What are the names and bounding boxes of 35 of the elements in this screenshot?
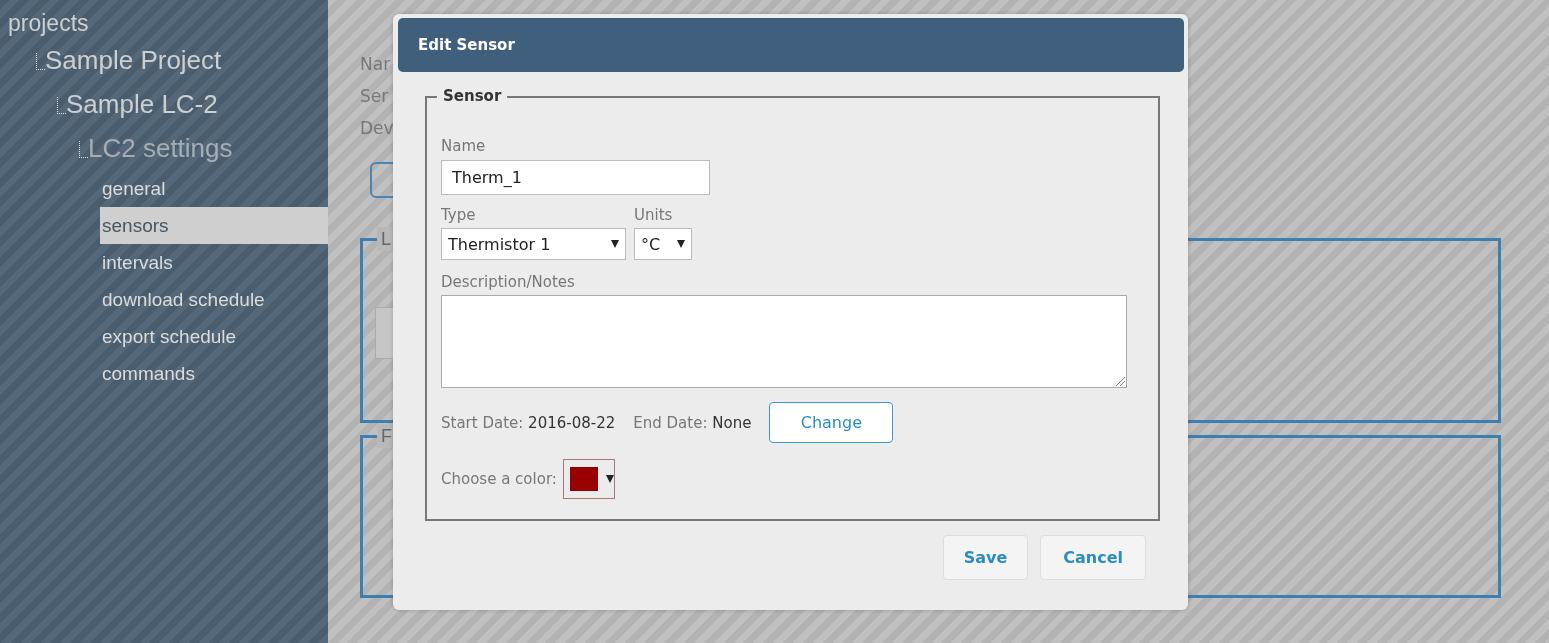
- name-field[interactable]: Therm_1: [441, 160, 710, 195]
- field-label: Nar: [360, 53, 391, 76]
- date-text: Start Date: 2016-08-22: [441, 413, 616, 432]
- menu-item[interactable]: export schedule: [102, 318, 328, 355]
- dropdown[interactable]: Thermistor 1: [441, 228, 626, 260]
- date-text: End Date: None: [633, 413, 752, 432]
- tree-connector: [79, 141, 88, 158]
- change-button[interactable]: Change: [769, 402, 894, 443]
- caret-icon: [605, 475, 614, 483]
- dialog-title: Edit Sensor: [398, 18, 1184, 72]
- tree-item[interactable]: Sample Project: [45, 38, 222, 82]
- field-label: Description/Notes: [441, 272, 576, 292]
- tree-connector: [36, 53, 45, 70]
- field-label: Type: [441, 205, 477, 225]
- caret-icon: [677, 240, 685, 248]
- tree-connector: [57, 97, 66, 114]
- caret-icon: [611, 240, 619, 248]
- field-label: Dev: [360, 117, 394, 140]
- tree-item[interactable]: LC2 settings: [88, 126, 233, 170]
- menu-item[interactable]: commands: [102, 355, 328, 392]
- menu-item[interactable]: general: [102, 170, 328, 207]
- menu-item[interactable]: intervals: [102, 244, 328, 281]
- field-label: Name: [441, 136, 487, 156]
- dropdown[interactable]: °C: [634, 228, 692, 260]
- dialog-button[interactable]: Save: [942, 535, 1029, 580]
- description-field[interactable]: [441, 295, 1127, 388]
- tree-item[interactable]: projects: [8, 8, 89, 38]
- color-picker[interactable]: [562, 459, 615, 499]
- field-label: Ser: [360, 85, 389, 108]
- dialog-button[interactable]: Cancel: [1040, 535, 1146, 580]
- menu-item[interactable]: download schedule: [102, 281, 328, 318]
- field-label: Choose a color:: [441, 470, 557, 488]
- field-label: Units: [634, 205, 674, 225]
- menu-item[interactable]: sensors: [100, 207, 328, 244]
- tree-item[interactable]: Sample LC-2: [66, 82, 218, 126]
